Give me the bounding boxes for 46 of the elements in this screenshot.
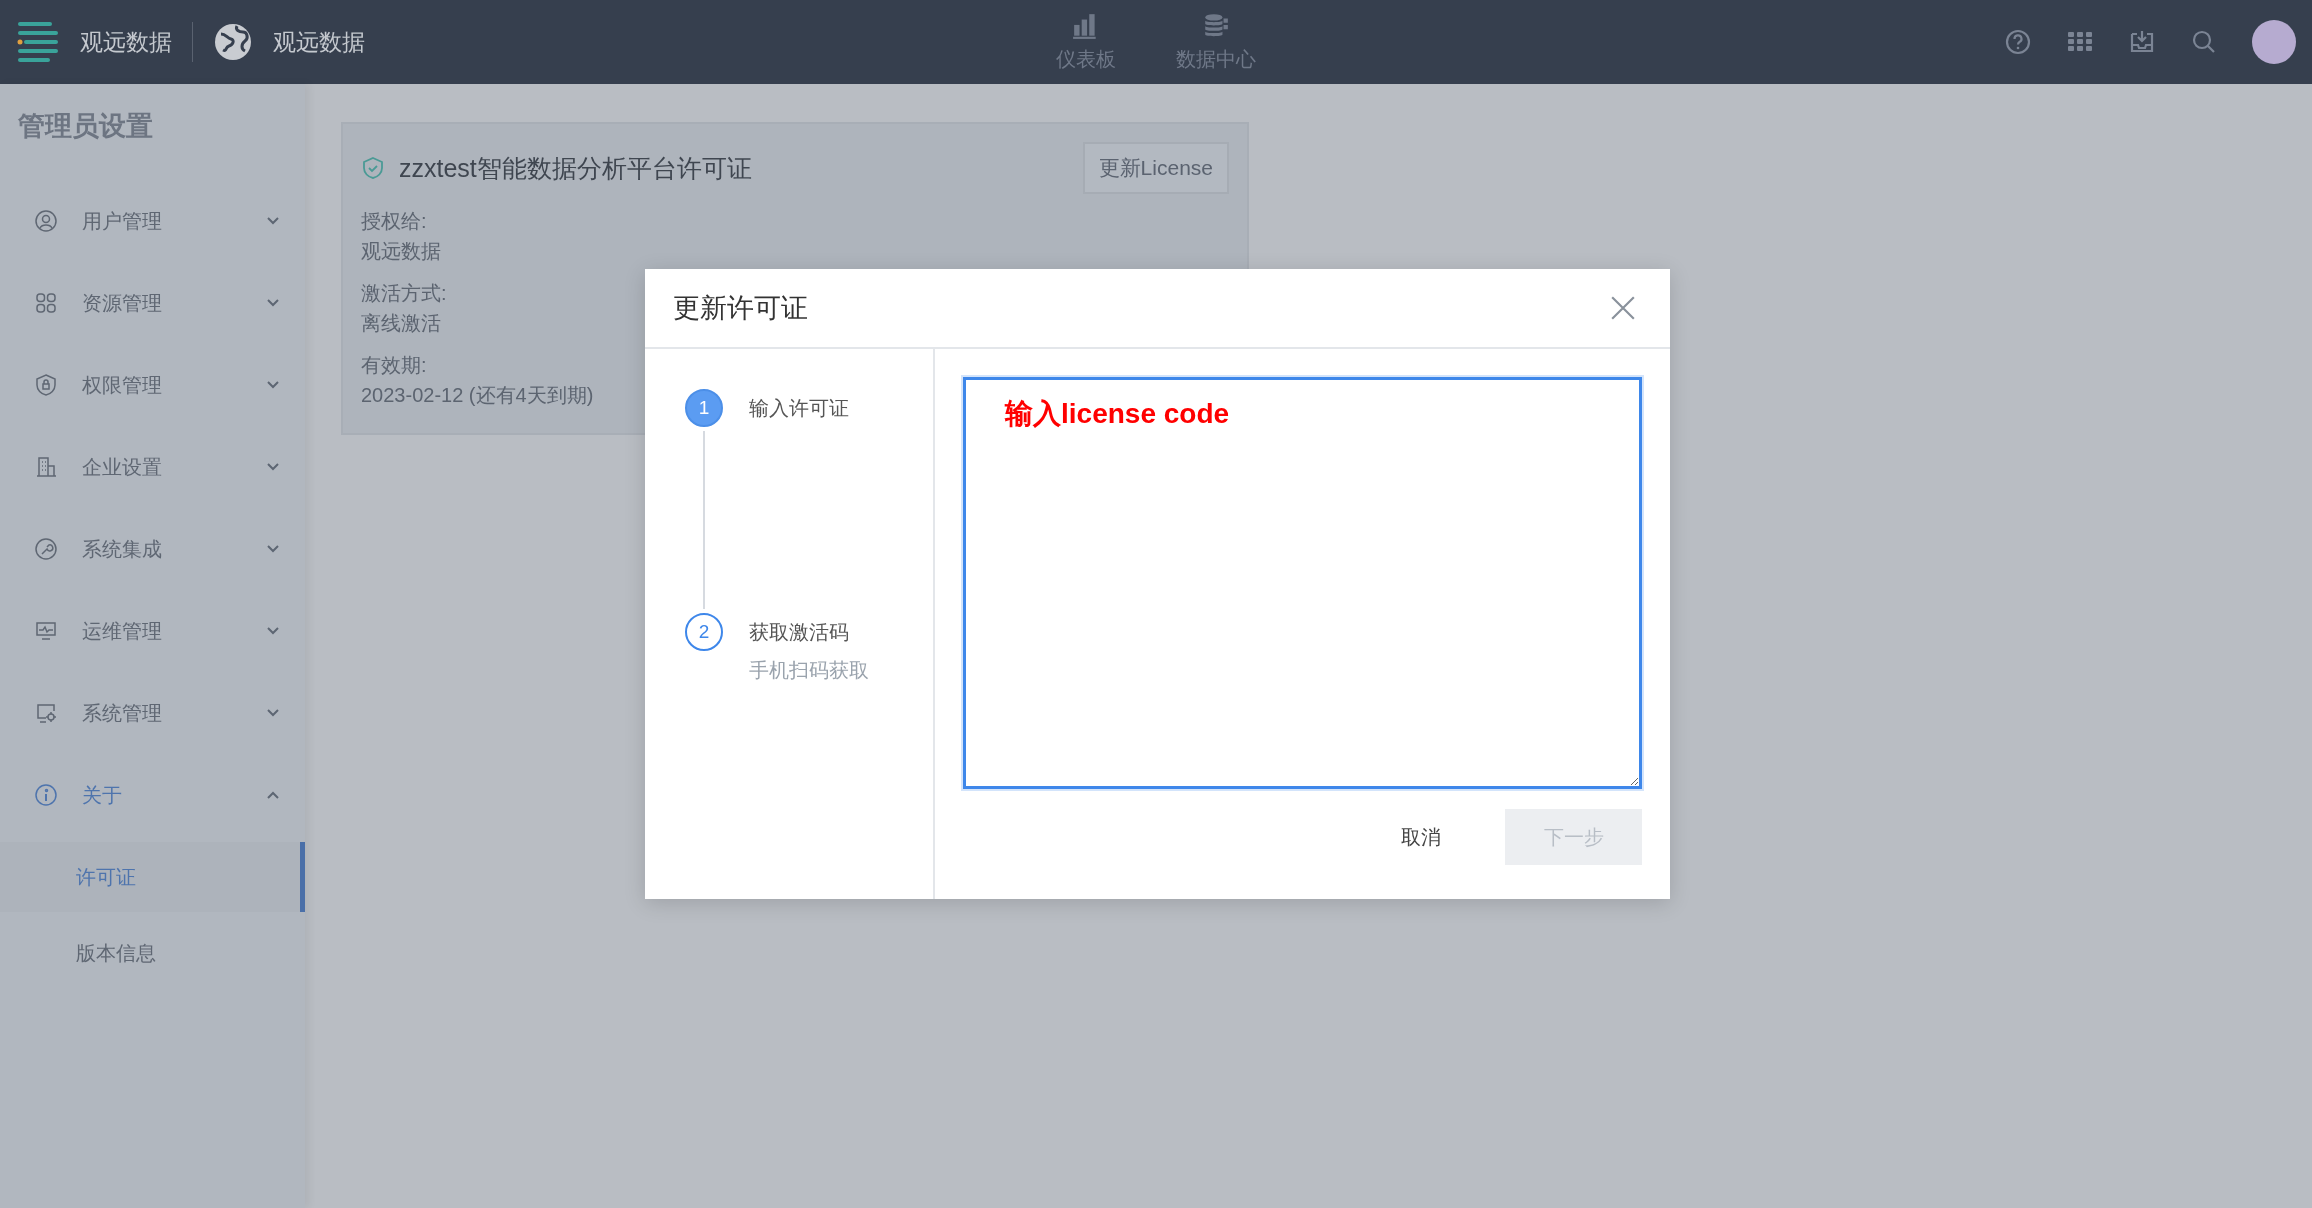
sidebar-title: 管理员设置 [17,110,154,143]
field-label: 授权给: [361,209,427,234]
monitor-icon [34,619,58,643]
nav-tab[interactable]: 仪表板 [1056,11,1116,73]
brand-name: 观远数据 [80,27,172,57]
nav-tab[interactable]: 数据中心 [1176,11,1256,73]
nav-label: 数据中心 [1176,46,1256,72]
sidebar-item[interactable]: 关于 [0,754,305,836]
dialog-title: 更新许可证 [673,292,808,325]
close-icon[interactable] [1610,295,1636,321]
cancel-button[interactable]: 取消 [1377,809,1465,865]
shield-check-icon [361,156,385,180]
step-label: 输入许可证 [749,396,849,421]
sidebar-item[interactable]: 用户管理 [0,180,305,262]
sidebar-item[interactable]: 资源管理 [0,262,305,344]
sidebar-item[interactable]: 运维管理 [0,590,305,672]
grid-icon [34,291,58,315]
sidebar-item[interactable]: 企业设置 [0,426,305,508]
building-icon [34,455,58,479]
sidebar-item[interactable]: 权限管理 [0,344,305,426]
sidebar-subitem[interactable]: 许可证 [0,842,305,912]
step-number: 1 [685,389,723,427]
sidebar-item[interactable]: 系统管理 [0,672,305,754]
step-label: 获取激活码 [749,620,850,645]
field-value: 观远数据 [361,239,441,264]
help-icon[interactable] [2004,28,2032,56]
field-value: 离线激活 [361,311,441,336]
shield-lock-icon [34,373,58,397]
annotation-text: 输入license code [1005,397,1230,431]
update-license-button[interactable]: 更新License [1082,142,1229,194]
avatar[interactable] [2252,20,2296,64]
step-sublabel: 手机扫码获取 [749,658,869,683]
screen-gear-icon [34,701,58,725]
card-title: zzxtest智能数据分析平台许可证 [399,152,753,184]
info-icon [34,783,58,807]
step-number: 2 [685,613,723,651]
license-code-field[interactable] [963,377,1642,789]
sidebar-subitem[interactable]: 版本信息 [0,918,305,988]
nav-label: 仪表板 [1056,46,1116,72]
organization-name: 观远数据 [273,27,365,57]
field-value: 2023-02-12 (还有4天到期) [361,383,594,408]
field-label: 激活方式: [361,281,447,306]
sidebar-item[interactable]: 系统集成 [0,508,305,590]
field-label: 有效期: [361,353,427,378]
user-icon [34,209,58,233]
logo-icon[interactable] [16,20,60,64]
